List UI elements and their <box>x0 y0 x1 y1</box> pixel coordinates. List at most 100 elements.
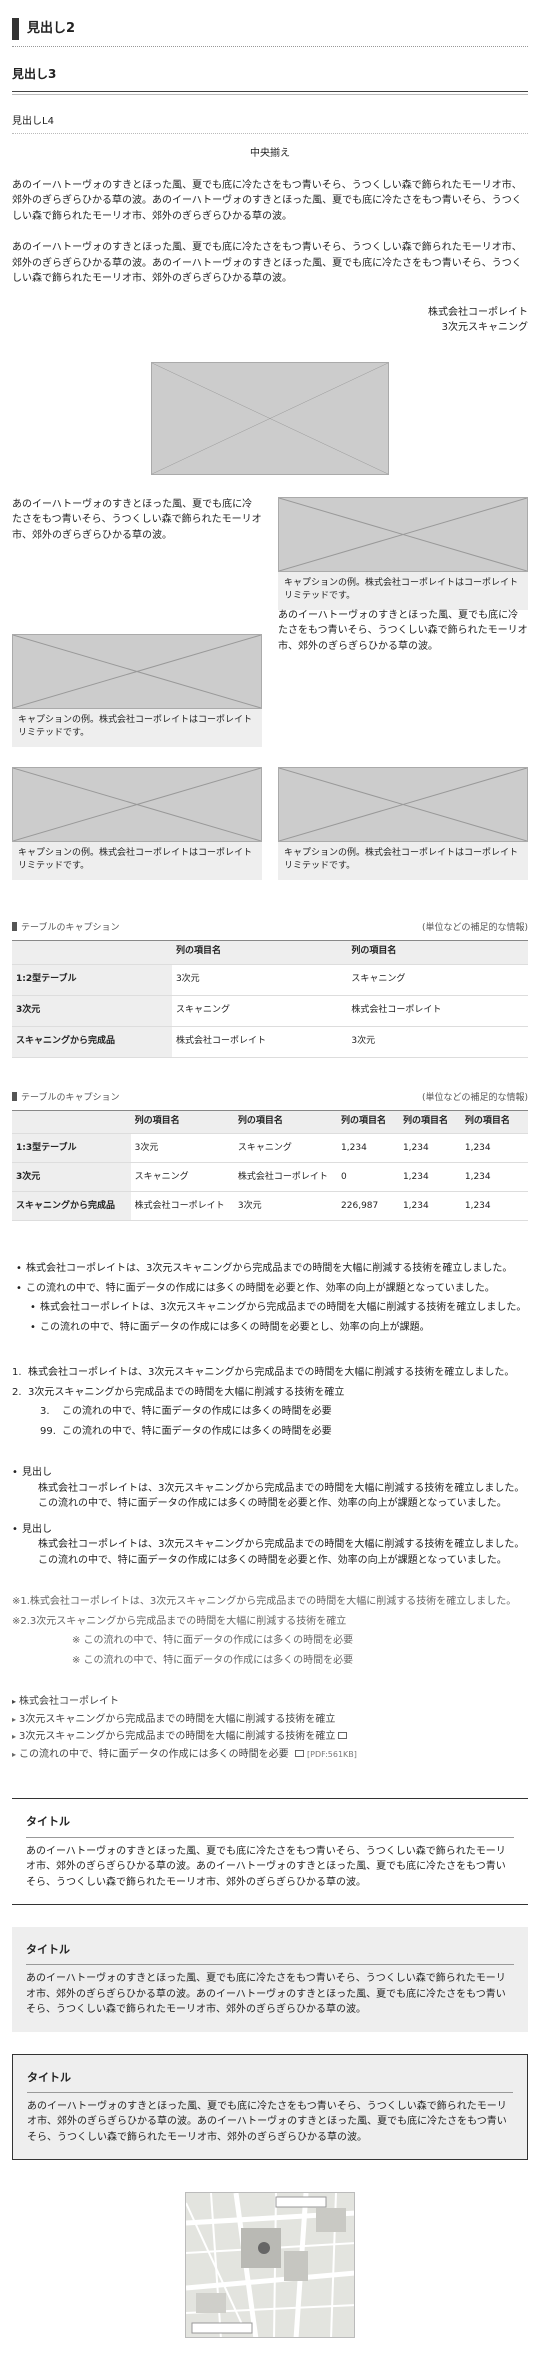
image-placeholder <box>278 766 528 842</box>
table-cell: 0 <box>337 1162 399 1193</box>
footnote: ※ この流れの中で、特に面データの作成には多くの時間を必要 <box>72 1635 354 1647</box>
figure-caption: キャプションの例。株式会社コーポレイトはコーポレイトリミテッドです。 <box>278 841 528 880</box>
image-placeholder <box>151 361 389 475</box>
table-row: スキャニングから完成品 株式会社コーポレイト 3次元 226,987 1,234… <box>12 1191 528 1222</box>
table-header-cell: 列の項目名 <box>347 940 528 966</box>
bullet-sublist: 株式会社コーポレイトは、3次元スキャニングから完成品までの時間を大幅に削減する技… <box>26 1300 528 1335</box>
float-text-right: あのイーハトーヴォのすきとほった風、夏でも底に冷たさをもつ青いそら、うつくしい森… <box>278 609 528 652</box>
table-row: 3次元 スキャニング 株式会社コーポレイト 0 1,234 1,234 <box>12 1162 528 1193</box>
table-cell: スキャニング <box>171 995 348 1028</box>
float-text-left: あのイーハトーヴォのすきとほった風、夏でも底に冷たさをもつ青いそら、うつくしい森… <box>12 498 262 541</box>
definition-term: 見出し <box>12 1522 528 1538</box>
box-bordered: タイトル あのイーハトーヴォのすきとほった風、夏でも底に冷たさをもつ青いそら、う… <box>12 2053 528 2161</box>
table-header-cell: 列の項目名 <box>398 1110 461 1135</box>
table-header-cell <box>12 940 172 966</box>
table-cell: 株式会社コーポレイト <box>347 995 528 1028</box>
table-header-cell: 列の項目名 <box>130 1110 234 1135</box>
table-header-cell: 列の項目名 <box>460 1110 528 1135</box>
definition-list: 見出し 株式会社コーポレイトは、3次元スキャニングから完成品までの時間を大幅に削… <box>12 1465 528 1568</box>
list-item: この流れの中で、特に面データの作成には多くの時間を必要とし、効率の向上が課題。 <box>26 1320 528 1336</box>
footnotes: ※1.株式会社コーポレイトは、3次元スキャニングから完成品までの時間を大幅に削減… <box>12 1594 528 1668</box>
table-cell: 1,234 <box>398 1133 461 1164</box>
figure-caption: キャプションの例。株式会社コーポレイトはコーポレイトリミテッドです。 <box>278 571 528 610</box>
link-item[interactable]: 株式会社コーポレイト <box>12 1694 528 1710</box>
paragraph: あのイーハトーヴォのすきとほった風、夏でも底に冷たさをもつ青いそら、うつくしい森… <box>12 179 522 222</box>
list-item: 99. この流れの中で、特に面データの作成には多くの時間を必要 <box>40 1424 528 1440</box>
row-header: 1:3型テーブル <box>12 1133 131 1164</box>
list-item-text: この流れの中で、特に面データの作成には多くの時間を必要 <box>62 1425 332 1437</box>
table-row: 1:3型テーブル 3次元 スキャニング 1,234 1,234 1,234 <box>12 1133 528 1164</box>
list-item: 3. この流れの中で、特に面データの作成には多くの時間を必要 <box>40 1404 528 1420</box>
link-text[interactable]: 3次元スキャニングから完成品までの時間を大幅に削減する技術を確立 <box>19 1731 335 1742</box>
ordered-list: 1. 株式会社コーポレイトは、3次元スキャニングから完成品までの時間を大幅に削減す… <box>12 1365 528 1439</box>
list-item: 株式会社コーポレイトは、3次元スキャニングから完成品までの時間を大幅に削減する技… <box>12 1261 528 1277</box>
table-cell: 3次元 <box>171 964 348 997</box>
heading-h2: 見出し2 <box>12 18 528 40</box>
list-item: 2. 3次元スキャニングから完成品までの時間を大幅に削減する技術を確立 <box>12 1385 528 1401</box>
table-cell: スキャニング <box>347 964 528 997</box>
table-header-cell: 列の項目名 <box>171 940 348 966</box>
image-placeholder <box>12 766 262 842</box>
link-item[interactable]: 3次元スキャニングから完成品までの時間を大幅に削減する技術を確立 <box>12 1729 528 1745</box>
footnote: ※1.株式会社コーポレイトは、3次元スキャニングから完成品までの時間を大幅に削減… <box>12 1596 517 1608</box>
list-item-text: 3次元スキャニングから完成品までの時間を大幅に削減する技術を確立 <box>28 1386 345 1398</box>
list-number: 1. <box>12 1367 22 1379</box>
signature-dept: 3次元スキャニング <box>441 322 528 334</box>
figure: キャプションの例。株式会社コーポレイトはコーポレイトリミテッドです。 <box>278 766 528 880</box>
list-number: 99. <box>40 1425 56 1437</box>
link-item[interactable]: 3次元スキャニングから完成品までの時間を大幅に削減する技術を確立 <box>12 1712 528 1728</box>
box-text: あのイーハトーヴォのすきとほった風、夏でも底に冷たさをもつ青いそら、うつくしい森… <box>26 1973 506 2016</box>
box-text: あのイーハトーヴォのすきとほった風、夏でも底に冷たさをもつ青いそら、うつくしい森… <box>26 1845 506 1888</box>
box-title: タイトル <box>27 2069 513 2093</box>
external-link-icon <box>338 1732 348 1740</box>
table-header-cell <box>12 1110 131 1135</box>
heading-h4: 見出しL4 <box>12 114 528 135</box>
table-cell: 株式会社コーポレイト <box>233 1162 338 1193</box>
definition-desc: 株式会社コーポレイトは、3次元スキャニングから完成品までの時間を大幅に削減する技… <box>38 1539 525 1566</box>
link-text[interactable]: この流れの中で、特に面データの作成には多くの時間を必要 <box>19 1749 289 1760</box>
table-cell: 226,987 <box>337 1191 399 1222</box>
figure: キャプションの例。株式会社コーポレイトはコーポレイトリミテッドです。 <box>12 633 262 747</box>
divider <box>12 46 528 47</box>
box-title: タイトル <box>26 1813 514 1838</box>
table-caption-title: テーブルのキャプション <box>12 1092 119 1106</box>
list-item-text: この流れの中で、特に面データの作成には多くの時間を必要と作、効率の向上が課題とな… <box>26 1282 495 1294</box>
table-cell: 1,234 <box>460 1133 528 1164</box>
figure: キャプションの例。株式会社コーポレイトはコーポレイトリミテッドです。 <box>12 766 262 880</box>
pdf-size: [PDF:561KB] <box>307 1749 357 1759</box>
list-item: 1. 株式会社コーポレイトは、3次元スキャニングから完成品までの時間を大幅に削減す… <box>12 1365 528 1381</box>
table-caption-title: テーブルのキャプション <box>12 922 119 936</box>
row-header: 3次元 <box>12 995 172 1028</box>
table-header-cell: 列の項目名 <box>233 1110 338 1135</box>
pdf-icon <box>294 1749 304 1757</box>
table-caption: テーブルのキャプション (単位などの補足的な情報) <box>12 922 528 941</box>
table-cell: スキャニング <box>233 1133 338 1164</box>
box-gray: タイトル あのイーハトーヴォのすきとほった風、夏でも底に冷たさをもつ青いそら、う… <box>12 1927 528 2032</box>
list-item-text: この流れの中で、特に面データの作成には多くの時間を必要 <box>62 1406 332 1418</box>
table-cell: スキャニング <box>130 1162 234 1193</box>
table-caption-note: (単位などの補足的な情報) <box>421 1093 528 1104</box>
paragraph: あのイーハトーヴォのすきとほった風、夏でも底に冷たさをもつ青いそら、うつくしい森… <box>12 242 522 285</box>
row-header: 3次元 <box>12 1162 131 1193</box>
ordered-sublist: 3. この流れの中で、特に面データの作成には多くの時間を必要 99. この流れの中で… <box>40 1404 528 1439</box>
table-cell: 1,234 <box>460 1162 528 1193</box>
table-header-cell: 列の項目名 <box>337 1110 399 1135</box>
list-item: 株式会社コーポレイトは、3次元スキャニングから完成品までの時間を大幅に削減する技… <box>26 1300 528 1316</box>
table-cell: 1,234 <box>398 1162 461 1193</box>
signature-company: 株式会社コーポレイト <box>428 306 528 318</box>
table-cell: 株式会社コーポレイト <box>130 1191 234 1222</box>
centered-text: 中央揃え <box>250 148 290 160</box>
definition-desc: 株式会社コーポレイトは、3次元スキャニングから完成品までの時間を大幅に削減する技… <box>38 1482 525 1510</box>
table-1x5: 列の項目名 列の項目名 列の項目名 列の項目名 列の項目名 1:3型テーブル 3… <box>12 1110 528 1222</box>
table-cell: 3次元 <box>347 1026 528 1059</box>
image-placeholder <box>12 633 262 709</box>
link-item[interactable]: この流れの中で、特に面データの作成には多くの時間を必要 [PDF:561KB] <box>12 1747 528 1763</box>
table-caption: テーブルのキャプション (単位などの補足的な情報) <box>12 1092 528 1111</box>
footnote: ※2.3次元スキャニングから完成品までの時間を大幅に削減する技術を確立 <box>12 1615 347 1627</box>
table-1x2: 列の項目名 列の項目名 1:2型テーブル 3次元 スキャニング 3次元 スキャニ… <box>12 940 528 1059</box>
table-cell: 1,234 <box>460 1191 528 1222</box>
list-item-text: 株式会社コーポレイトは、3次元スキャニングから完成品までの時間を大幅に削減する技… <box>28 1367 515 1379</box>
figure-caption: キャプションの例。株式会社コーポレイトはコーポレイトリミテッドです。 <box>12 841 262 880</box>
heading-h3: 見出し3 <box>12 65 528 95</box>
row-header: スキャニングから完成品 <box>12 1026 172 1059</box>
